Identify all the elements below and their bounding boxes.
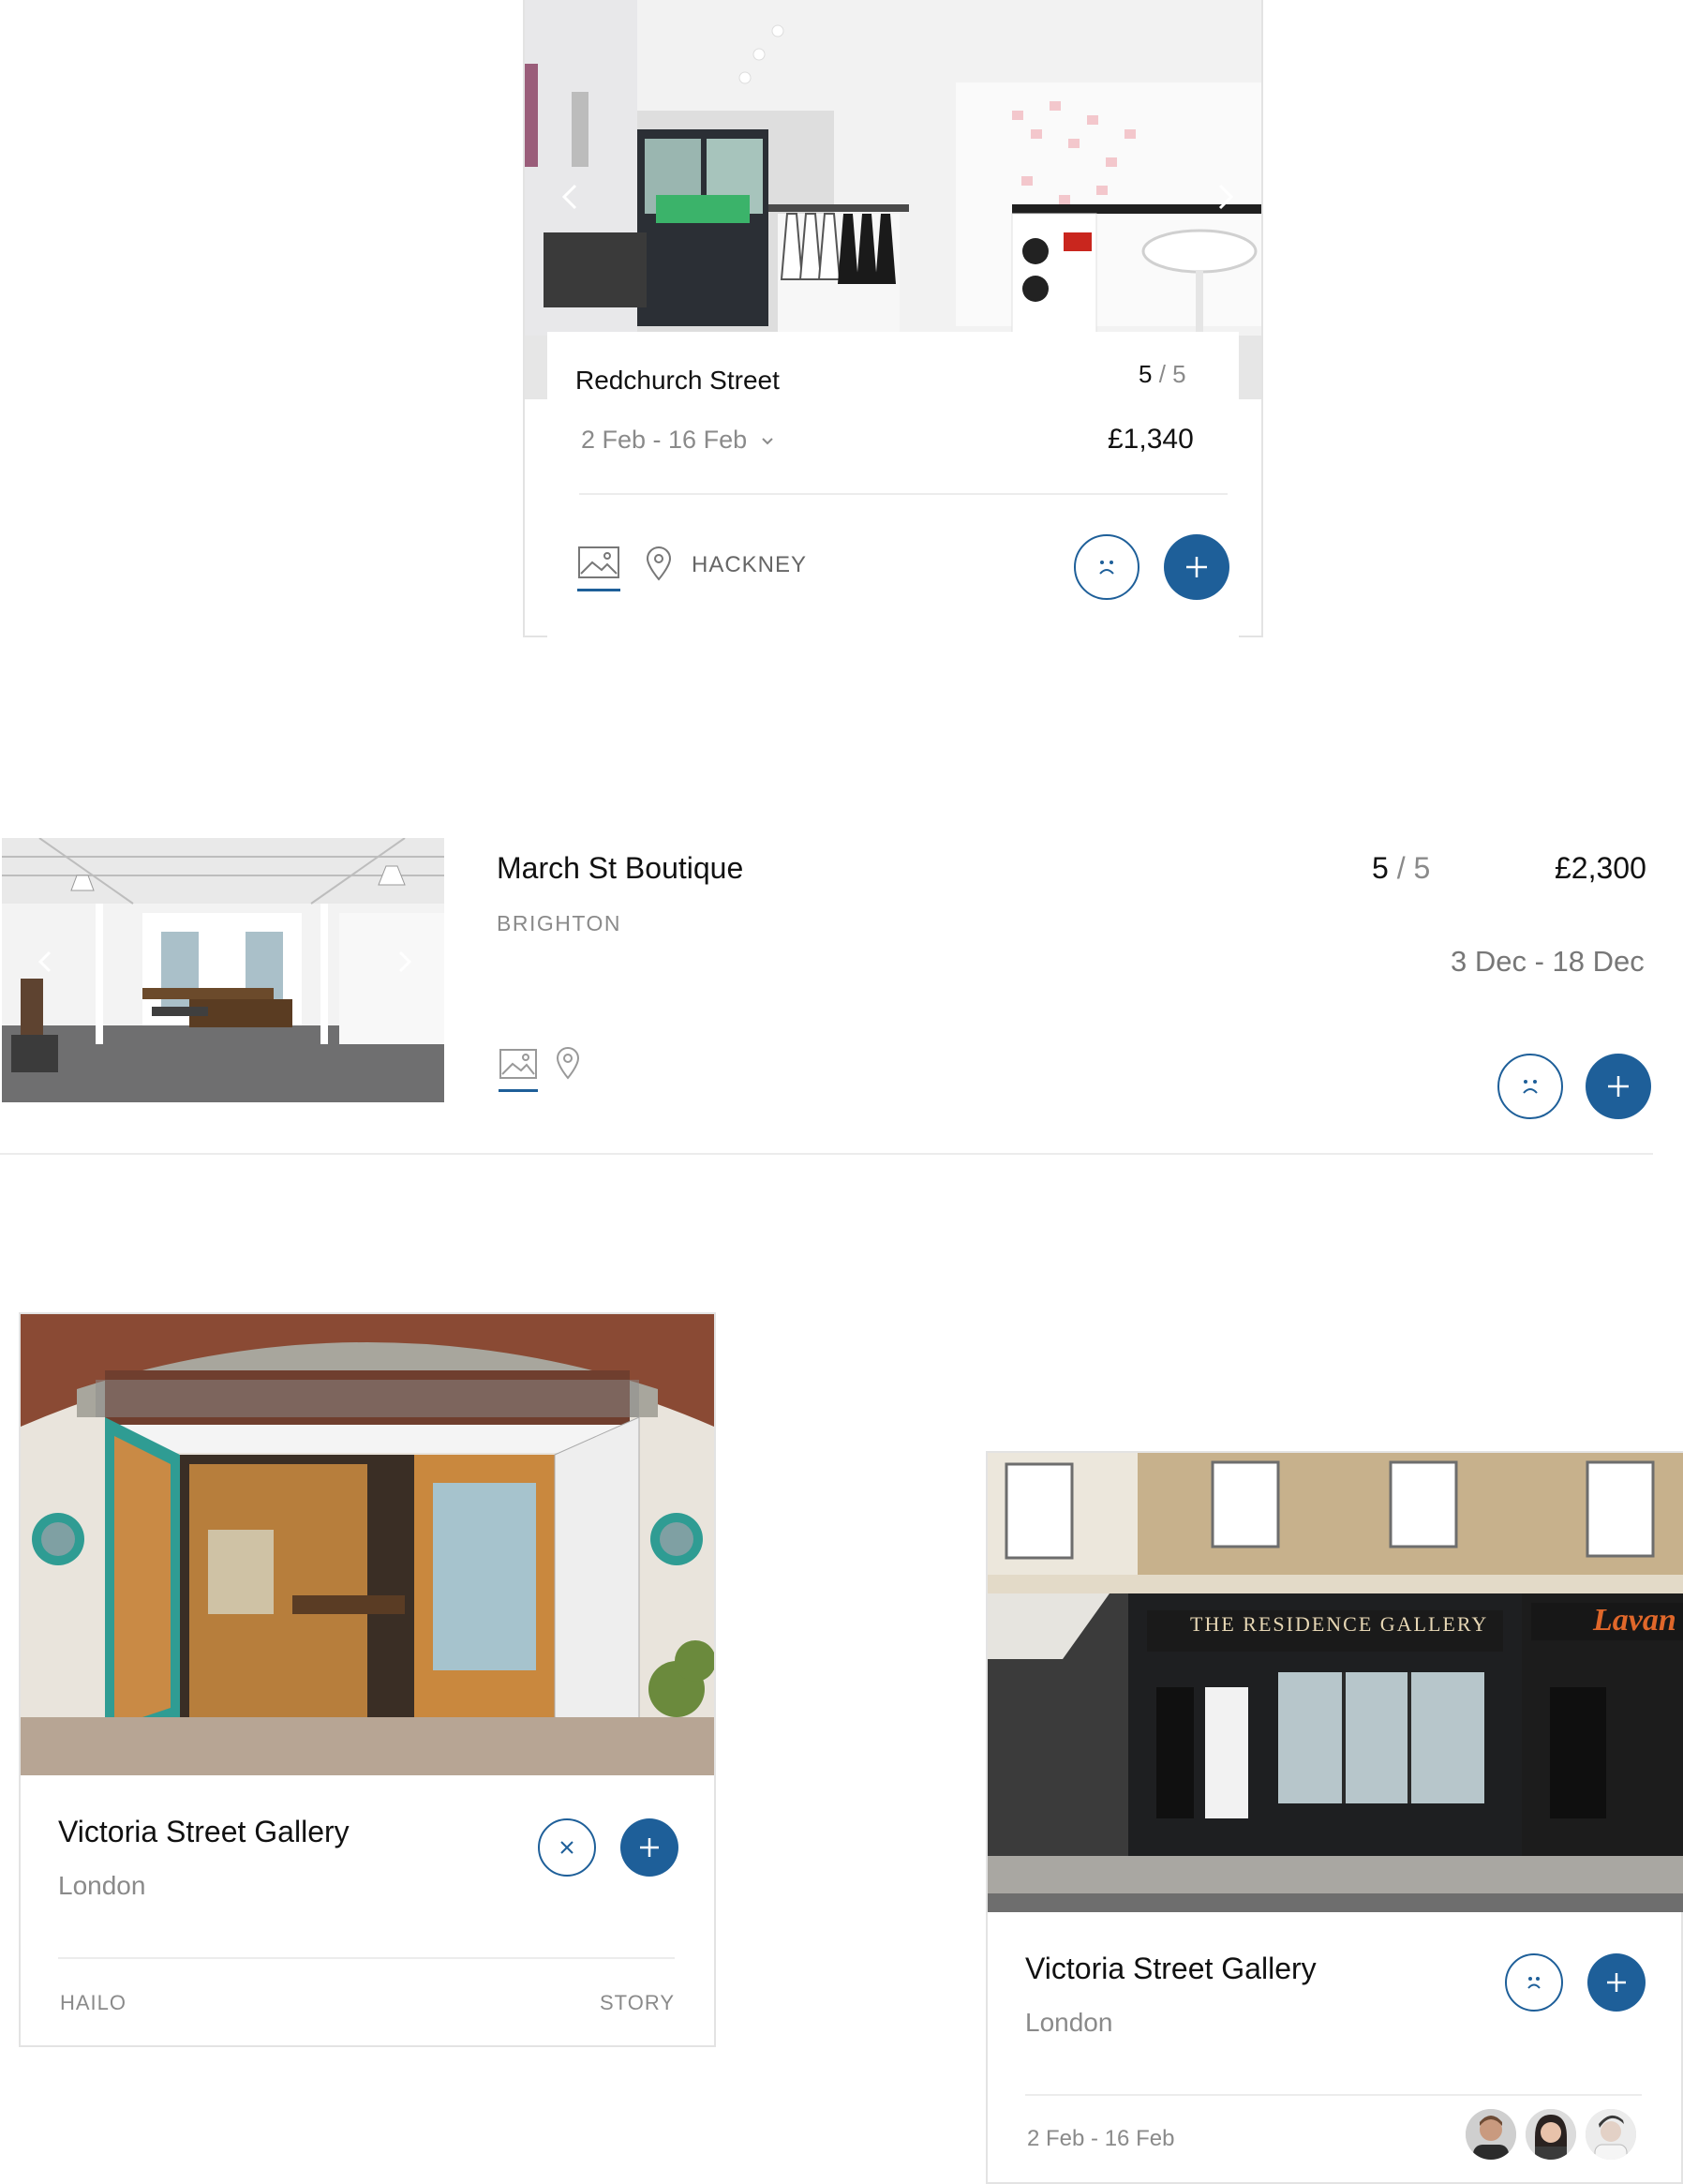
rating-value: 5 xyxy=(1139,360,1153,388)
listing-card-redchurch[interactable]: Redchurch Street 5 / 5 2 Feb - 16 Feb £1… xyxy=(523,0,1263,641)
plus-icon xyxy=(1607,1973,1626,1992)
listing-photo[interactable] xyxy=(2,838,444,1102)
divider xyxy=(1025,2094,1642,2096)
add-button[interactable] xyxy=(1164,534,1229,600)
avatar[interactable] xyxy=(1526,2109,1576,2160)
rating: 5 / 5 xyxy=(1139,360,1186,389)
chevron-left-icon[interactable] xyxy=(36,949,54,975)
loft-interior-image xyxy=(2,838,444,1102)
gallery-tab[interactable] xyxy=(577,546,620,594)
dislike-button[interactable] xyxy=(1497,1054,1563,1119)
active-tab-underline xyxy=(499,1089,538,1092)
chevron-right-icon[interactable] xyxy=(395,949,414,975)
avatar[interactable] xyxy=(1466,2109,1516,2160)
plus-icon xyxy=(1186,557,1207,577)
listing-subtitle: London xyxy=(58,1871,146,1900)
location-label: BRIGHTON xyxy=(497,911,621,935)
gallery-icon xyxy=(499,1049,537,1079)
rating-max: / 5 xyxy=(1396,851,1431,885)
listing-photo[interactable] xyxy=(21,1314,714,1775)
rating-max: / 5 xyxy=(1158,360,1186,388)
storefront-sign-text-2: Lavan xyxy=(1593,1603,1676,1638)
footer-left-label: HAILO xyxy=(60,1991,127,2014)
listing-title: Redchurch Street xyxy=(575,366,780,395)
listing-card-victoria-right[interactable]: THE RESIDENCE GALLERY Lavan Victoria Str… xyxy=(986,1451,1683,2184)
chevron-down-icon xyxy=(761,438,773,445)
date-range-dropdown[interactable]: 2 Feb - 16 Feb xyxy=(581,426,775,455)
divider xyxy=(579,493,1228,495)
location-label: HACKNEY xyxy=(692,552,808,577)
dislike-button[interactable] xyxy=(1505,1953,1563,2012)
plus-icon xyxy=(640,1838,659,1857)
row-divider xyxy=(0,1153,1653,1155)
date-range-label: 2 Feb - 16 Feb xyxy=(581,426,748,454)
date-range: 3 Dec - 18 Dec xyxy=(1451,945,1645,978)
rating: 5 / 5 xyxy=(1372,851,1430,886)
avatar-image xyxy=(1466,2109,1516,2160)
listing-title: March St Boutique xyxy=(497,851,744,885)
date-range: 2 Feb - 16 Feb xyxy=(1027,2126,1175,2151)
divider xyxy=(58,1957,675,1959)
close-icon xyxy=(560,1841,573,1854)
listing-subtitle: London xyxy=(1025,2008,1113,2037)
sad-face-icon xyxy=(1523,1080,1538,1094)
listing-card-victoria-left[interactable]: Victoria Street Gallery London HAILO STO… xyxy=(19,1312,716,2047)
chevron-right-icon[interactable] xyxy=(1214,182,1237,212)
map-pin-icon[interactable] xyxy=(645,546,673,581)
add-button[interactable] xyxy=(1586,1054,1651,1119)
listing-row-march[interactable]: March St Boutique BRIGHTON 5 / 5 £2,300 … xyxy=(0,834,1659,1157)
add-button[interactable] xyxy=(1587,1953,1646,2012)
sad-face-icon xyxy=(1527,1977,1541,1989)
remove-button[interactable] xyxy=(538,1818,596,1877)
price: £1,340 xyxy=(1108,424,1194,455)
add-button[interactable] xyxy=(620,1818,678,1877)
footer-right-label: STORY xyxy=(600,1991,675,2014)
listing-photo[interactable]: THE RESIDENCE GALLERY Lavan xyxy=(988,1453,1683,1912)
gallery-icon xyxy=(578,546,619,578)
avatar-image xyxy=(1586,2109,1636,2160)
listing-title: Victoria Street Gallery xyxy=(1025,1952,1317,1985)
arch-storefront-image xyxy=(21,1314,714,1775)
dislike-button[interactable] xyxy=(1074,534,1139,600)
gallery-tab[interactable] xyxy=(499,1048,538,1095)
listing-title: Victoria Street Gallery xyxy=(58,1815,350,1848)
avatar-image xyxy=(1526,2109,1576,2160)
plus-icon xyxy=(1608,1076,1629,1097)
avatar[interactable] xyxy=(1586,2109,1636,2160)
sad-face-icon xyxy=(1099,561,1114,575)
gallery-facade-image xyxy=(988,1453,1683,1912)
active-tab-underline xyxy=(577,589,620,591)
map-pin-icon[interactable] xyxy=(555,1046,581,1080)
rating-value: 5 xyxy=(1372,851,1389,885)
chevron-left-icon[interactable] xyxy=(559,182,581,212)
storefront-sign-text: THE RESIDENCE GALLERY xyxy=(1190,1612,1489,1636)
price: £2,300 xyxy=(1555,851,1646,885)
